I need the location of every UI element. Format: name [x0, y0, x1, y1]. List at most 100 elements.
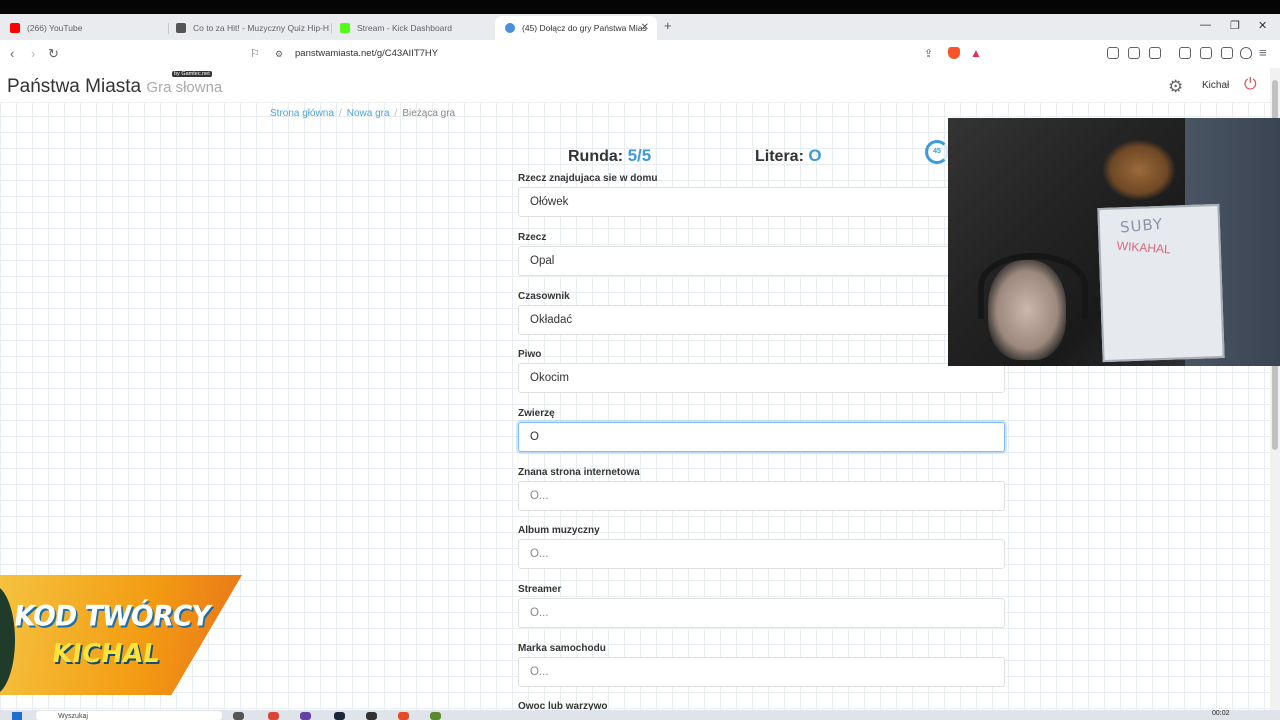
category-field: Znana strona internetowa O...: [518, 467, 1005, 511]
extensions-icon[interactable]: [1128, 47, 1140, 59]
tab-title: (266) YouTube: [27, 23, 83, 33]
category-field: Czasownik Okładać: [518, 291, 1005, 335]
bookmark-icon[interactable]: ⚐: [250, 47, 260, 60]
settings-gear-icon[interactable]: ⚙: [1168, 77, 1183, 97]
site-logo[interactable]: Państwa Miasta Gra słowna: [7, 76, 222, 98]
close-window-icon[interactable]: ✕: [1258, 19, 1267, 32]
round-value: 5/5: [627, 146, 652, 165]
logout-power-icon[interactable]: ⏻: [1244, 76, 1257, 94]
answer-input[interactable]: O...: [518, 598, 1005, 628]
username[interactable]: Kichał: [1202, 80, 1229, 91]
forward-icon[interactable]: ›: [31, 46, 35, 61]
whiteboard-text: SUBY: [1119, 214, 1164, 237]
webcam-person: [988, 260, 1066, 360]
tab-panstwa-miasta[interactable]: (45) Dołącz do gry Państwa Mias ✕: [495, 16, 657, 40]
quiz-site-icon: [176, 23, 186, 33]
app-icon[interactable]: [398, 712, 409, 720]
close-tab-icon[interactable]: ✕: [641, 22, 649, 33]
breadcrumb-new-game-link[interactable]: Nowa gra: [347, 108, 390, 119]
field-label: Rzecz znajdujaca sie w domu: [518, 173, 658, 184]
field-label: Zwierzę: [518, 408, 555, 419]
tab-title: Co to za Hit! - Muzyczny Quiz Hip-H: [193, 23, 330, 33]
tab-title: Stream - Kick Dashboard: [357, 23, 452, 33]
field-label: Owoc lub warzywo: [518, 701, 608, 710]
category-field: Streamer O...: [518, 584, 1005, 628]
twitch-icon[interactable]: [300, 712, 311, 720]
category-field: Rzecz Opal: [518, 232, 1005, 276]
clock: 00:02: [1212, 710, 1230, 717]
answer-input-focused[interactable]: O: [518, 422, 1005, 452]
menu-icon[interactable]: ≡: [1259, 45, 1267, 60]
tab-youtube[interactable]: (266) YouTube: [0, 16, 168, 40]
taskbar-search[interactable]: Wyszukaj: [36, 711, 222, 720]
reading-list-icon[interactable]: [1221, 47, 1233, 59]
minimize-icon[interactable]: —: [1200, 19, 1211, 31]
answer-input[interactable]: Okładać: [518, 305, 1005, 335]
reload-icon[interactable]: ↻: [48, 46, 59, 62]
url-field[interactable]: panstwamiasta.net/g/C43AIIT7HY: [295, 48, 438, 59]
share-icon[interactable]: ⇪: [924, 47, 933, 60]
category-field: Rzecz znajdujaca sie w domu Ołówek: [518, 173, 1005, 217]
minecraft-icon[interactable]: [430, 712, 441, 720]
wallet-icon[interactable]: [1200, 47, 1212, 59]
tab-quiz[interactable]: Co to za Hit! - Muzyczny Quiz Hip-H: [166, 16, 330, 40]
whiteboard-text-secondary: WIKAHAL: [1116, 238, 1172, 257]
tab-title: (45) Dołącz do gry Państwa Mias: [522, 23, 647, 33]
address-bar: ‹ › ↻ ⚐ ⚙ panstwamiasta.net/g/C43AIIT7HY…: [0, 40, 1280, 69]
steam-icon[interactable]: [334, 712, 345, 720]
breadcrumb-home-link[interactable]: Strona główna: [270, 108, 334, 119]
vpn-icon[interactable]: [1240, 47, 1252, 59]
field-label: Album muzyczny: [518, 525, 600, 536]
category-field: Marka samochodu O...: [518, 643, 1005, 687]
round-indicator: Runda: 5/5: [568, 146, 651, 166]
webcam-overlay: SUBY WIKAHAL: [948, 118, 1280, 366]
field-label: Znana strona internetowa: [518, 467, 640, 478]
back-icon[interactable]: ‹: [10, 46, 14, 61]
field-label: Streamer: [518, 584, 562, 595]
answer-input[interactable]: Ołówek: [518, 187, 1005, 217]
breadcrumb-separator: /: [338, 108, 342, 119]
tab-kick[interactable]: Stream - Kick Dashboard: [330, 16, 494, 40]
banner-line1: KOD TWÓRCY: [11, 600, 213, 633]
field-label: Rzecz: [518, 232, 547, 243]
category-field: Album muzyczny O...: [518, 525, 1005, 569]
answer-input[interactable]: Opal: [518, 246, 1005, 276]
countdown-timer: 45: [925, 140, 949, 164]
answer-input[interactable]: O...: [518, 657, 1005, 687]
webcam-cat: [1103, 140, 1175, 200]
sidebar-icon[interactable]: [1179, 47, 1191, 59]
breadcrumb-separator: /: [394, 108, 398, 119]
brave-shields-icon[interactable]: [948, 47, 960, 59]
youtube-icon: [10, 23, 20, 33]
maximize-icon[interactable]: ❐: [1230, 19, 1240, 32]
brave-rewards-icon[interactable]: ▲: [970, 46, 982, 60]
answer-input[interactable]: Okocim: [518, 363, 1005, 393]
brand-title: Państwa Miasta: [7, 76, 142, 97]
answer-input[interactable]: O...: [518, 539, 1005, 569]
creator-code-banner: KOD TWÓRCY KICHAL: [0, 575, 245, 703]
task-view-icon[interactable]: [233, 712, 244, 720]
field-label: Marka samochodu: [518, 643, 606, 654]
new-tab-button[interactable]: +: [664, 18, 672, 33]
field-label: Piwo: [518, 349, 542, 360]
screen-top-bar: [0, 0, 1280, 14]
windows-taskbar: Wyszukaj 00:02: [0, 710, 1280, 720]
letter-indicator: Litera: O: [755, 146, 822, 166]
webcam-whiteboard: SUBY WIKAHAL: [1097, 203, 1225, 363]
breadcrumb-current: Bieżąca gra: [402, 108, 456, 119]
round-label: Runda:: [568, 148, 624, 165]
translate-icon[interactable]: [1107, 47, 1119, 59]
brand-subtitle: Gra słowna: [146, 79, 223, 96]
answer-input[interactable]: O...: [518, 481, 1005, 511]
category-field: Piwo Okocim: [518, 349, 1005, 393]
windows-start-icon[interactable]: [12, 712, 22, 720]
globe-icon: [505, 23, 515, 33]
chrome-icon[interactable]: [268, 712, 279, 720]
gamtec-badge: by Gamtec.net: [172, 71, 212, 77]
obs-icon[interactable]: [366, 712, 377, 720]
letter-label: Litera:: [755, 148, 804, 165]
tab-strip: (266) YouTube Co to za Hit! - Muzyczny Q…: [0, 14, 1280, 40]
site-settings-icon[interactable]: ⚙: [275, 49, 283, 60]
banner-line2: KICHAL: [49, 639, 162, 669]
screenshot-icon[interactable]: [1149, 47, 1161, 59]
